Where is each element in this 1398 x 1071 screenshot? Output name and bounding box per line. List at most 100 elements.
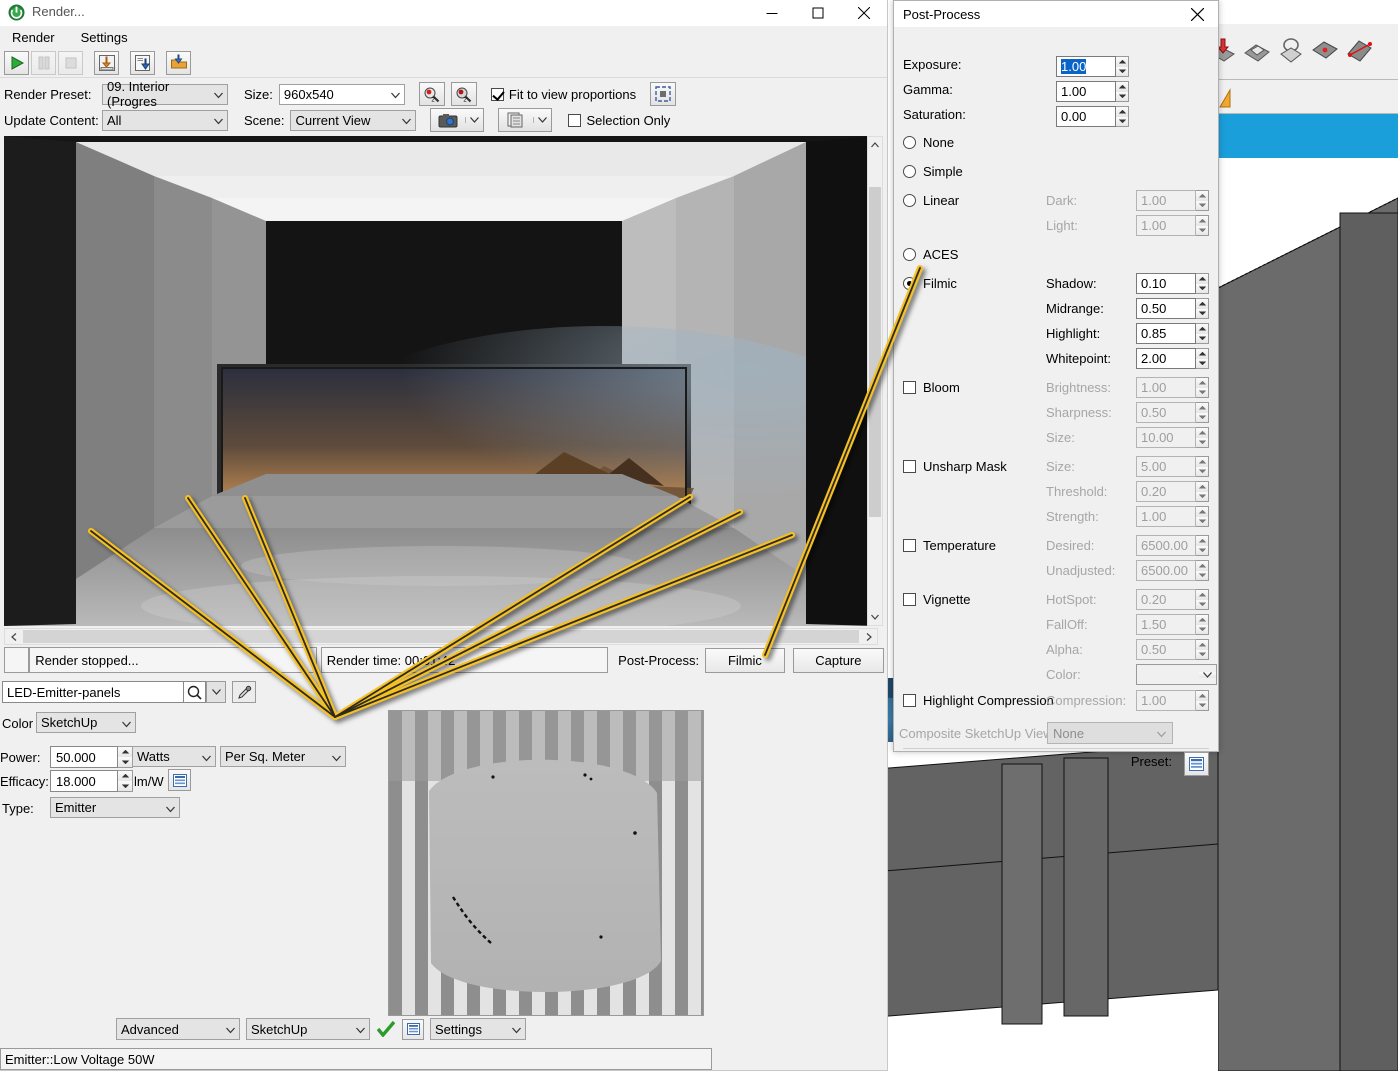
sharpness-value[interactable]: 0.50 (1136, 402, 1196, 423)
saturation-value[interactable]: 0.00 (1056, 106, 1116, 127)
spin-up-icon[interactable] (1196, 216, 1208, 226)
exposure-input[interactable]: 1.00 (1056, 56, 1116, 77)
efficacy-stepper[interactable]: 18.000 (50, 770, 133, 792)
composite-select[interactable]: None (1047, 722, 1173, 744)
render-image-view[interactable] (4, 136, 878, 626)
spin-up-icon[interactable] (1196, 615, 1208, 625)
light-stepper[interactable]: 1.00 (1136, 215, 1209, 236)
render-preset-select[interactable]: 09. Interior (Progres (102, 79, 228, 109)
save-channels-button[interactable] (130, 50, 155, 75)
spin-down-icon[interactable] (1116, 116, 1128, 126)
close-button[interactable] (841, 0, 887, 26)
spin-up-icon[interactable] (1196, 324, 1208, 334)
spin-down-icon[interactable] (1116, 66, 1128, 76)
falloff-stepper[interactable]: 1.50 (1136, 614, 1209, 635)
sketchup-viewport[interactable] (1218, 114, 1398, 1071)
shadow-stepper[interactable]: 0.10 (1136, 273, 1209, 294)
spinner-buttons[interactable] (1196, 639, 1209, 660)
material-list-icon[interactable] (402, 1018, 424, 1040)
spin-up-icon[interactable] (1196, 378, 1208, 388)
spinner-buttons[interactable] (1196, 456, 1209, 477)
spin-up-icon[interactable] (1116, 57, 1128, 67)
spin-up-icon[interactable] (1196, 299, 1208, 309)
camera-button[interactable] (430, 108, 485, 132)
tonemap-radio-linear[interactable]: Linear (903, 193, 959, 208)
spin-up-icon[interactable] (1196, 482, 1208, 492)
minimize-button[interactable] (749, 0, 795, 26)
play-render-button[interactable] (4, 50, 29, 75)
spin-up-icon[interactable] (1116, 82, 1128, 92)
material-dropdown-button[interactable] (206, 681, 226, 703)
bloom-size-stepper[interactable]: 10.00 (1136, 427, 1209, 448)
alpha-stepper[interactable]: 0.50 (1136, 639, 1209, 660)
tonemap-radio-none[interactable]: None (903, 135, 954, 150)
spinner-buttons[interactable] (1196, 323, 1209, 344)
spin-down-icon[interactable] (1196, 545, 1208, 555)
eyedropper-icon[interactable] (232, 681, 256, 703)
unsharp-size-stepper[interactable]: 5.00 (1136, 456, 1209, 477)
spin-up-icon[interactable] (1196, 507, 1208, 517)
color-source-select[interactable]: SketchUp (36, 712, 136, 733)
spin-up-icon[interactable] (118, 747, 132, 757)
spin-down-icon[interactable] (118, 757, 132, 767)
spin-up-icon[interactable] (1196, 191, 1208, 201)
spin-up-icon[interactable] (1196, 691, 1208, 701)
spinner-buttons[interactable] (1116, 56, 1129, 77)
scroll-right-icon[interactable] (860, 629, 877, 644)
sharpness-stepper[interactable]: 0.50 (1136, 402, 1209, 423)
unsharp-mask-checkbox[interactable]: Unsharp Mask (903, 459, 1007, 474)
gamma-stepper[interactable]: 1.00 (1056, 81, 1129, 102)
spin-down-icon[interactable] (1196, 624, 1208, 634)
spin-down-icon[interactable] (1196, 387, 1208, 397)
spin-down-icon[interactable] (118, 781, 132, 791)
zoom-out-button[interactable]: 2 (450, 82, 477, 106)
tonemap-radio-aces[interactable]: ACES (903, 247, 958, 262)
spin-down-icon[interactable] (1196, 599, 1208, 609)
power-value[interactable]: 50.000 (50, 746, 118, 768)
horizontal-scrollbar[interactable] (4, 628, 878, 645)
menu-item-render[interactable]: Render (8, 28, 59, 47)
size-select[interactable]: 960x540 (278, 83, 405, 105)
maximize-button[interactable] (795, 0, 841, 26)
scrollbar-thumb[interactable] (23, 630, 859, 643)
spin-up-icon[interactable] (1196, 274, 1208, 284)
search-icon[interactable] (184, 681, 206, 703)
spinner-buttons[interactable] (1196, 560, 1209, 581)
tonemap-radio-filmic[interactable]: Filmic (903, 276, 957, 291)
spinner-buttons[interactable] (1196, 190, 1209, 211)
scroll-left-icon[interactable] (5, 629, 22, 644)
spin-down-icon[interactable] (1196, 283, 1208, 293)
rotate-icon[interactable] (1344, 36, 1374, 66)
dark-stepper[interactable]: 1.00 (1136, 190, 1209, 211)
scene-select[interactable]: Current View (290, 109, 417, 131)
scroll-up-icon[interactable] (868, 137, 882, 153)
compression-value[interactable]: 1.00 (1136, 690, 1196, 711)
spin-down-icon[interactable] (1196, 308, 1208, 318)
spinner-buttons[interactable] (1196, 690, 1209, 711)
spin-down-icon[interactable] (1196, 225, 1208, 235)
vignette-color-picker[interactable] (1136, 664, 1217, 685)
material-mode-select[interactable]: Advanced (116, 1018, 240, 1040)
spinner-buttons[interactable] (1196, 215, 1209, 236)
unadjusted-stepper[interactable]: 6500.00 (1136, 560, 1209, 581)
vignette-checkbox[interactable]: Vignette (903, 592, 970, 607)
brightness-stepper[interactable]: 1.00 (1136, 377, 1209, 398)
spin-up-icon[interactable] (1196, 536, 1208, 546)
spin-up-icon[interactable] (1196, 457, 1208, 467)
type-select[interactable]: Emitter (50, 797, 180, 818)
spinner-buttons[interactable] (1116, 106, 1129, 127)
spinner-buttons[interactable] (118, 746, 133, 768)
spin-down-icon[interactable] (1196, 412, 1208, 422)
spin-down-icon[interactable] (1196, 516, 1208, 526)
spinner-buttons[interactable] (1196, 481, 1209, 502)
temperature-checkbox[interactable]: Temperature (903, 538, 996, 553)
spin-down-icon[interactable] (1196, 700, 1208, 710)
material-preview[interactable] (388, 710, 704, 1016)
save-image-button[interactable] (94, 50, 119, 75)
strength-value[interactable]: 1.00 (1136, 506, 1196, 527)
spinner-buttons[interactable] (1196, 535, 1209, 556)
spinner-buttons[interactable] (1116, 81, 1129, 102)
spin-up-icon[interactable] (1196, 428, 1208, 438)
fit-to-view-checkbox[interactable]: Fit to view proportions (490, 87, 636, 102)
power-area-select[interactable]: Per Sq. Meter (220, 746, 346, 767)
